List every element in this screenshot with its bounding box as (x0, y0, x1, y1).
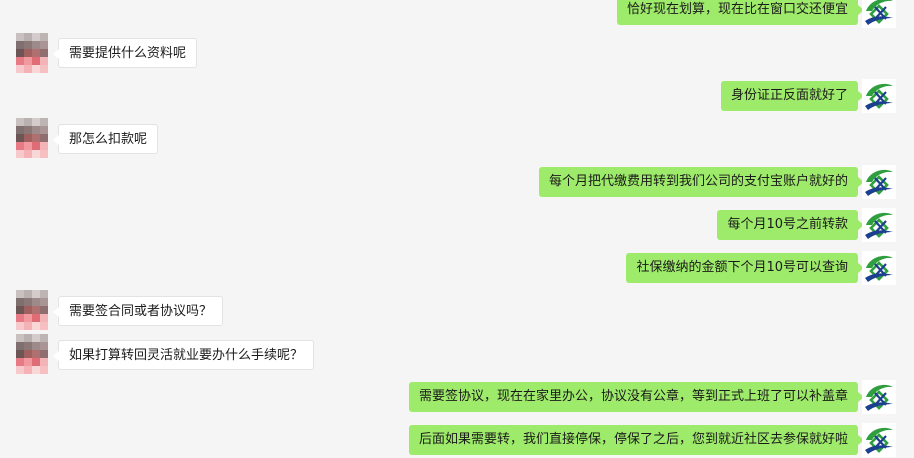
contact-avatar[interactable] (16, 290, 48, 330)
company-logo-icon[interactable] (862, 208, 896, 242)
message-bubble[interactable]: 需要提供什么资料呢 (52, 38, 198, 68)
company-logo-icon[interactable] (862, 380, 896, 414)
chat-message-sent: 身份证正反面就好了 (0, 81, 914, 111)
message-bubble[interactable]: 每个月把代缴费用转到我们公司的支付宝账户就好的 (538, 167, 865, 197)
message-bubble[interactable]: 每个月10号之前转款 (717, 210, 864, 240)
message-bubble[interactable]: 身份证正反面就好了 (720, 81, 865, 111)
message-bubble[interactable]: 恰好现在划算，现在比在窗口交还便宜 (616, 0, 865, 25)
contact-avatar[interactable] (16, 334, 48, 374)
company-logo-icon[interactable] (862, 165, 896, 199)
contact-avatar[interactable] (16, 33, 48, 73)
message-bubble[interactable]: 需要签协议，现在在家里办公，协议没有公章，等到正式上班了可以补盖章 (408, 382, 865, 412)
contact-avatar[interactable] (16, 118, 48, 158)
company-logo-icon[interactable] (862, 251, 896, 285)
chat-message-sent: 社保缴纳的金额下个月10号可以查询 (0, 253, 914, 283)
message-bubble[interactable]: 需要签合同或者协议吗？ (52, 296, 224, 326)
chat-message-sent: 恰好现在划算，现在比在窗口交还便宜 (0, 0, 914, 30)
message-bubble[interactable]: 社保缴纳的金额下个月10号可以查询 (626, 253, 864, 283)
company-logo-icon[interactable] (862, 0, 896, 28)
chat-message-sent: 每个月10号之前转款 (0, 210, 914, 240)
company-logo-icon[interactable] (862, 423, 896, 457)
chat-message-sent: 每个月把代缴费用转到我们公司的支付宝账户就好的 (0, 167, 914, 197)
message-bubble[interactable]: 后面如果需要转，我们直接停保，停保了之后，您到就近社区去参保就好啦 (408, 425, 865, 455)
message-bubble[interactable]: 如果打算转回灵活就业要办什么手续呢？ (52, 340, 315, 370)
chat-message-sent: 后面如果需要转，我们直接停保，停保了之后，您到就近社区去参保就好啦 (0, 425, 914, 455)
message-bubble[interactable]: 那怎么扣款呢 (52, 124, 159, 154)
chat-message-sent: 需要签协议，现在在家里办公，协议没有公章，等到正式上班了可以补盖章 (0, 382, 914, 412)
company-logo-icon[interactable] (862, 79, 896, 113)
